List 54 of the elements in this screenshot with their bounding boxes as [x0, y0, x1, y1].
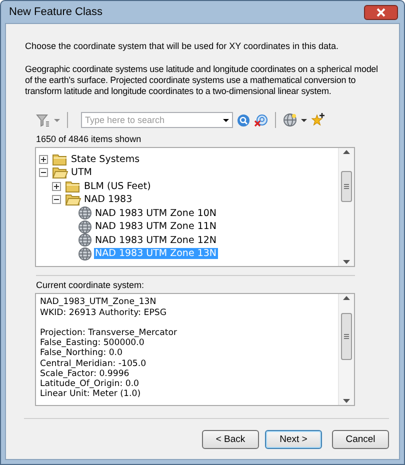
detail-line: False_Easting: 500000.0: [40, 338, 146, 348]
scrollbar[interactable]: [338, 294, 354, 406]
close-button[interactable]: [364, 4, 398, 20]
clear-search-icon[interactable]: [254, 114, 268, 127]
expand-toggle[interactable]: [39, 154, 48, 164]
expand-toggle[interactable]: [52, 182, 61, 191]
search-field[interactable]: Type here to search: [81, 112, 233, 128]
detail-line: Projection: Transverse_Mercator: [40, 328, 178, 338]
folder-icon: [52, 166, 68, 180]
window-title: New Feature Class: [9, 6, 103, 18]
caret-icon[interactable]: [301, 118, 307, 122]
globe-icon: [78, 246, 92, 261]
detail-line: NAD_1983_UTM_Zone_13N: [40, 297, 158, 308]
dialog-button[interactable]: Next >: [265, 430, 322, 449]
scrollbar-thumb[interactable]: [341, 171, 352, 202]
tree-item[interactable]: UTM: [70, 167, 93, 178]
search-icon[interactable]: [237, 114, 250, 127]
folder-icon: [65, 180, 81, 193]
globe-icon: [78, 220, 92, 234]
detail-line: Scale_Factor: 0.9996: [40, 368, 130, 379]
scroll-down-icon[interactable]: [343, 399, 350, 404]
detail-line: Latitude_Of_Origin: 0.0: [40, 378, 140, 390]
tree-item[interactable]: State Systems: [70, 154, 141, 165]
close-icon: [376, 8, 386, 16]
scrollbar-thumb[interactable]: [341, 313, 352, 360]
tree-item[interactable]: NAD 1983: [83, 194, 134, 206]
current-system-label: Current coordinate system:: [36, 275, 355, 290]
scrollbar[interactable]: [338, 148, 354, 266]
detail-line: Linear Unit: Meter (1.0): [40, 389, 142, 400]
items-count-text: 1650 of 4846 items shown: [36, 134, 142, 144]
folder-icon: [52, 152, 68, 166]
collapse-toggle[interactable]: [39, 168, 48, 178]
dialog-button[interactable]: < Back: [202, 430, 259, 449]
filter-icon[interactable]: [36, 114, 50, 127]
scroll-down-icon[interactable]: [343, 260, 350, 264]
globe-icon[interactable]: [283, 113, 297, 128]
instruction-text: Choose the coordinate system that will be used for XY coordinates in this data.: [25, 41, 340, 51]
description-text: Geographic coordinate systems use latitude and longitude coordinates on a spherical model of the earth's surface. Projected coordinate systems use a mathematical conversion to transform latitude and longitude coordinates to a two-dimensional linear system.: [25, 64, 379, 96]
scroll-up-icon[interactable]: [343, 296, 350, 300]
tree-item[interactable]: NAD 1983 UTM Zone 11N: [94, 221, 218, 232]
detail-line: WKID: 26913 Authority: EPSG: [40, 308, 168, 318]
collapse-toggle[interactable]: [52, 195, 61, 204]
tree-item[interactable]: BLM (US Feet): [83, 180, 152, 192]
dropdown-caret-icon[interactable]: [223, 119, 229, 122]
detail-line: Central_Meridian: -105.0: [40, 358, 148, 369]
dialog-button[interactable]: Cancel: [332, 430, 389, 449]
tree-item[interactable]: NAD 1983 UTM Zone 10N: [94, 208, 218, 219]
scroll-up-icon[interactable]: [343, 150, 350, 154]
folder-icon: [65, 193, 81, 206]
detail-line: False_Northing: 0.0: [40, 348, 124, 359]
globe-icon: [78, 206, 92, 220]
globe-icon: [78, 233, 92, 248]
favorite-star-icon[interactable]: [311, 113, 325, 128]
tree-item[interactable]: NAD 1983 UTM Zone 12N: [94, 234, 218, 246]
